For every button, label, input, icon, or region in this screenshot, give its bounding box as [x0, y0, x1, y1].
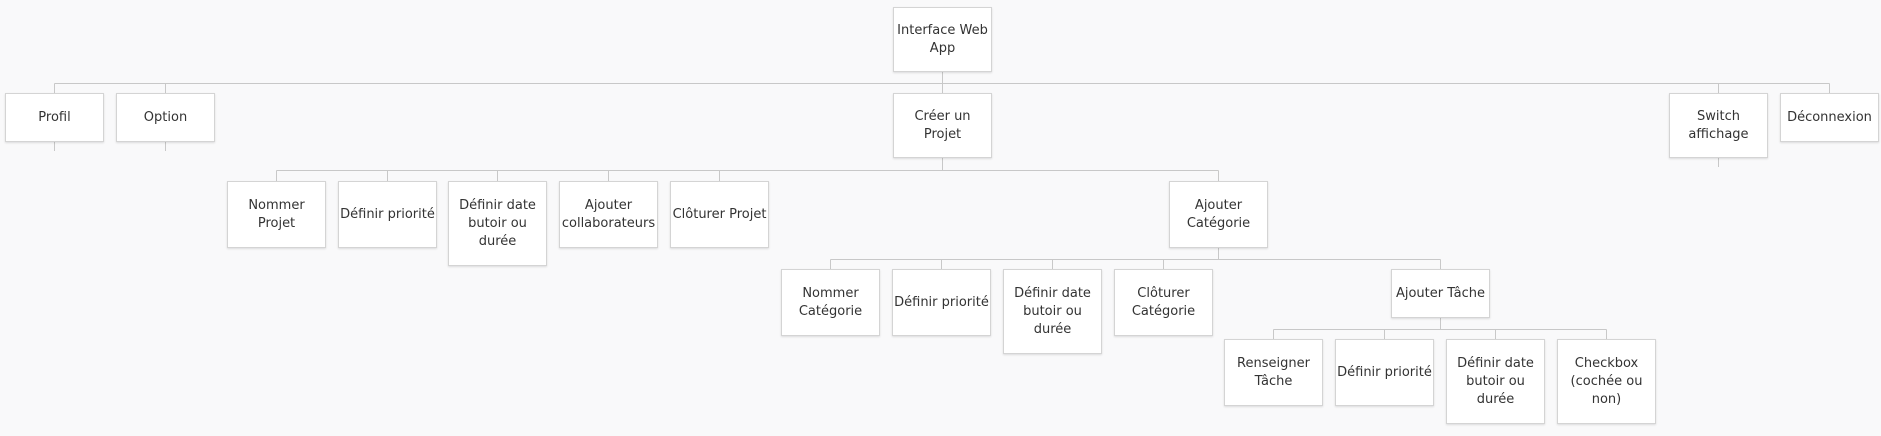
node-ajouter-categorie[interactable]: Ajouter Catégorie: [1169, 181, 1268, 248]
connector-2: [830, 248, 1441, 269]
node-label: Créer un Projet: [914, 108, 971, 142]
node-label: Ajouter collaborateurs: [561, 197, 656, 231]
node-label: Nommer Projet: [248, 197, 305, 231]
node-interface-web-app[interactable]: Interface Web App: [893, 7, 992, 72]
node-categorie-definir-priorite[interactable]: Définir priorité: [892, 269, 991, 336]
node-tache-definir-priorite[interactable]: Définir priorité: [1335, 339, 1434, 406]
node-label: Option: [143, 109, 188, 125]
node-tache-definir-date[interactable]: Définir date butoir ou durée: [1446, 339, 1545, 424]
node-projet-definir-date[interactable]: Définir date butoir ou durée: [448, 181, 547, 266]
node-cloturer-projet[interactable]: Clôturer Projet: [670, 181, 769, 248]
node-label: Checkbox (cochée ou non): [1570, 355, 1643, 407]
node-label: Définir priorité: [894, 294, 989, 310]
node-label: Renseigner Tâche: [1237, 355, 1310, 389]
node-label: Switch affichage: [1688, 108, 1749, 142]
node-switch-affichage[interactable]: Switch affichage: [1669, 93, 1768, 158]
node-label: Ajouter Catégorie: [1186, 197, 1251, 231]
node-ajouter-collaborateurs[interactable]: Ajouter collaborateurs: [559, 181, 658, 248]
node-categorie-definir-date[interactable]: Définir date butoir ou durée: [1003, 269, 1102, 354]
node-creer-un-projet[interactable]: Créer un Projet: [893, 93, 992, 158]
node-deconnexion[interactable]: Déconnexion: [1780, 93, 1879, 142]
node-projet-definir-priorite[interactable]: Définir priorité: [338, 181, 437, 248]
node-renseigner-tache[interactable]: Renseigner Tâche: [1224, 339, 1323, 406]
node-label: Clôturer Projet: [672, 206, 767, 222]
node-label: Définir date butoir ou durée: [459, 197, 536, 249]
node-label: Définir date butoir ou durée: [1014, 285, 1091, 337]
node-label: Définir priorité: [1337, 364, 1432, 380]
node-label: Ajouter Tâche: [1395, 285, 1486, 301]
node-ajouter-tache[interactable]: Ajouter Tâche: [1391, 269, 1490, 318]
node-label: Déconnexion: [1787, 109, 1872, 125]
node-label: Nommer Catégorie: [798, 285, 863, 319]
node-nommer-categorie[interactable]: Nommer Catégorie: [781, 269, 880, 336]
node-checkbox[interactable]: Checkbox (cochée ou non): [1557, 339, 1656, 424]
connector-3: [1273, 318, 1607, 339]
connector-0: [54, 72, 1830, 93]
node-option[interactable]: Option: [116, 93, 215, 142]
node-profil[interactable]: Profil: [5, 93, 104, 142]
node-label: Définir date butoir ou durée: [1457, 355, 1534, 407]
mind-map-canvas: Interface Web App Profil Option Créer un…: [0, 0, 1881, 436]
node-label: Clôturer Catégorie: [1131, 285, 1196, 319]
node-label: Interface Web App: [897, 22, 988, 56]
node-label: Définir priorité: [340, 206, 435, 222]
node-label: Profil: [38, 109, 71, 125]
connector-1: [276, 158, 1219, 181]
node-cloturer-categorie[interactable]: Clôturer Catégorie: [1114, 269, 1213, 336]
node-nommer-projet[interactable]: Nommer Projet: [227, 181, 326, 248]
